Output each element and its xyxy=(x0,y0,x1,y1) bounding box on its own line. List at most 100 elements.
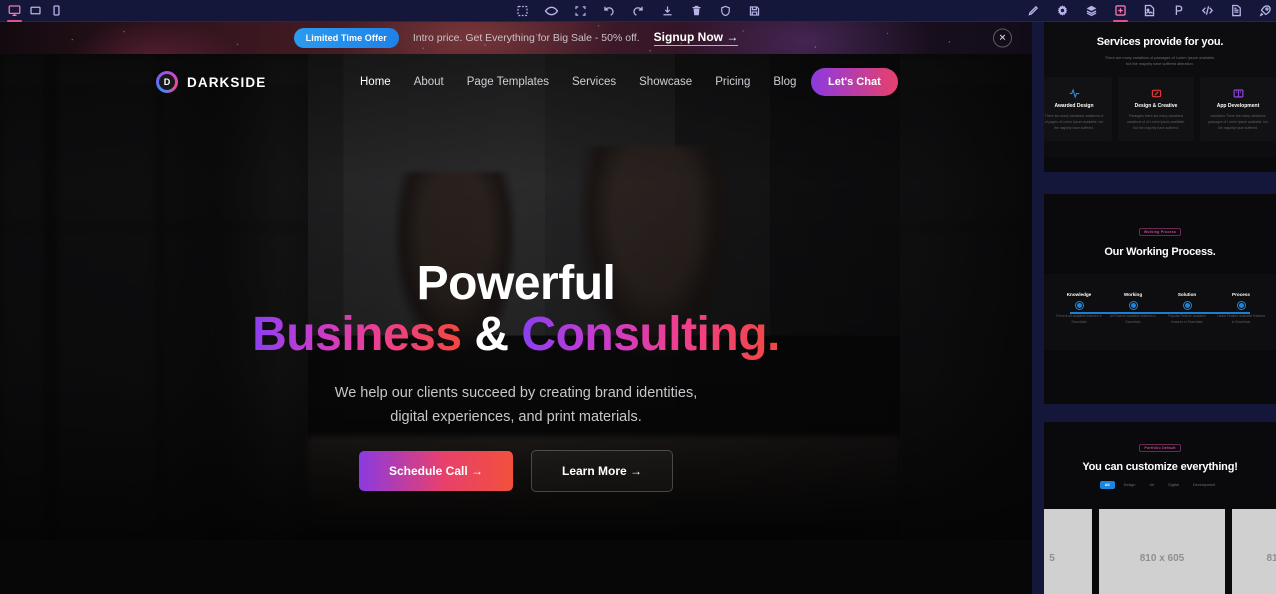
filter-tab-design[interactable]: Design xyxy=(1119,481,1141,489)
service-card[interactable]: Design & Creative Passages there are man… xyxy=(1118,77,1194,141)
desktop-view-icon[interactable] xyxy=(4,0,25,22)
select-area-icon[interactable] xyxy=(512,0,533,22)
portfolio-image-placeholder: 5 xyxy=(1044,509,1092,594)
hero-headline-business: Business xyxy=(252,308,462,361)
site-header: D DARKSIDE Home About Page Templates Ser… xyxy=(0,54,1032,110)
services-sub-line2: but the majority have suffered alteratio… xyxy=(1126,62,1194,67)
blocks-panel[interactable]: Services provide for you. There are many… xyxy=(1032,22,1276,594)
service-card-text: Passages there are many variations varia… xyxy=(1126,114,1186,131)
page-icon[interactable] xyxy=(1226,0,1247,22)
portfolio-item[interactable]: 5 xyxy=(1044,509,1092,594)
signup-now-link[interactable]: Signup Now → xyxy=(653,30,739,46)
tablet-view-icon[interactable] xyxy=(25,0,46,22)
hero-subtext-line2: digital experiences, and print materials… xyxy=(390,408,642,425)
hero-buttons: Schedule Call → Learn More → xyxy=(0,450,1032,492)
limited-time-offer-badge: Limited Time Offer xyxy=(293,28,399,48)
mobile-view-icon[interactable] xyxy=(46,0,67,22)
nav-item-page-templates[interactable]: Page Templates xyxy=(467,76,549,88)
fullscreen-icon[interactable] xyxy=(570,0,591,22)
step-dot-icon xyxy=(1183,302,1191,309)
block-thumbnail-services[interactable]: Services provide for you. There are many… xyxy=(1044,22,1276,172)
logo-letter: D xyxy=(159,74,175,90)
undo-icon[interactable] xyxy=(599,0,620,22)
step-label: Knowledge xyxy=(1066,292,1092,297)
step-label: Solution xyxy=(1177,292,1197,297)
save-icon[interactable] xyxy=(744,0,765,22)
gear-icon[interactable] xyxy=(1052,0,1073,22)
preview-canvas[interactable]: Limited Time Offer Intro price. Get Ever… xyxy=(0,22,1032,594)
hero-content: Powerful Business & Consulting. We help … xyxy=(0,54,1032,550)
step-label: Process xyxy=(1232,292,1250,297)
timeline-step[interactable]: Process Latest Feature available feature… xyxy=(1216,292,1266,326)
process-timeline: Knowledge Present all available features… xyxy=(1044,274,1276,350)
portfolio-image-placeholder: 81 xyxy=(1232,509,1276,594)
timeline-step[interactable]: Solution Popular Feature available featu… xyxy=(1162,292,1212,326)
site-logo[interactable]: D DARKSIDE xyxy=(156,71,266,93)
block-thumbnail-working-process[interactable]: Working Process Our Working Process. Kno… xyxy=(1044,194,1276,404)
filter-tab-digital[interactable]: Digital xyxy=(1163,481,1184,489)
nav-item-blog[interactable]: Blog xyxy=(773,76,796,88)
toolbar-viewport-group xyxy=(4,0,67,22)
portfolio-header: Portfolio Default You can customize ever… xyxy=(1044,422,1276,501)
filter-tab-art[interactable]: Art xyxy=(1144,481,1159,489)
step-dot-icon xyxy=(1075,302,1083,309)
step-label: Working xyxy=(1123,292,1143,297)
process-eyebrow: Working Process xyxy=(1138,228,1182,236)
lets-chat-button[interactable]: Let's Chat xyxy=(811,68,898,96)
redo-icon[interactable] xyxy=(628,0,649,22)
rocket-icon[interactable] xyxy=(1255,0,1276,22)
site-navigation: Home About Page Templates Services Showc… xyxy=(360,76,859,88)
nav-item-showcase[interactable]: Showcase xyxy=(639,76,692,88)
portfolio-image-placeholder: 810 x 605 xyxy=(1099,509,1225,594)
timeline-steps: Knowledge Present all available features… xyxy=(1054,292,1266,326)
signup-now-label: Signup Now xyxy=(653,30,723,44)
shield-icon[interactable] xyxy=(715,0,736,22)
download-icon[interactable] xyxy=(657,0,678,22)
timeline-step[interactable]: Knowledge Present all available features… xyxy=(1054,292,1104,326)
nav-item-home[interactable]: Home xyxy=(360,76,391,88)
service-card-title: Design & Creative xyxy=(1134,103,1178,110)
arrow-right-icon: → xyxy=(726,30,739,44)
nav-item-pricing[interactable]: Pricing xyxy=(715,76,750,88)
book-icon xyxy=(1233,86,1244,98)
eye-preview-icon[interactable] xyxy=(541,0,562,22)
step-text: Present all available features in Essent… xyxy=(1056,314,1102,324)
close-icon[interactable]: ✕ xyxy=(993,28,1012,48)
nav-item-services[interactable]: Services xyxy=(572,76,616,88)
portfolio-item[interactable]: 81 Photoshop Design Art xyxy=(1232,509,1276,594)
nav-item-about[interactable]: About xyxy=(414,76,444,88)
hero-headline-ampersand: & xyxy=(461,308,522,361)
promo-text: Intro price. Get Everything for Big Sale… xyxy=(412,32,640,44)
service-card-title: Awarded Design xyxy=(1054,103,1094,110)
brush-icon[interactable] xyxy=(1023,0,1044,22)
monitor-icon xyxy=(1151,86,1162,98)
learn-more-button[interactable]: Learn More → xyxy=(531,450,674,492)
trash-icon[interactable] xyxy=(686,0,707,22)
portfolio-filter-tabs: All Design Art Digital Development xyxy=(1044,481,1276,489)
block-thumbnail-portfolio[interactable]: Portfolio Default You can customize ever… xyxy=(1044,422,1276,594)
filter-tab-all[interactable]: All xyxy=(1099,481,1115,489)
pen-tool-icon[interactable] xyxy=(1168,0,1189,22)
logo-text: DARKSIDE xyxy=(187,74,267,90)
service-card[interactable]: App Development variations There are man… xyxy=(1200,77,1276,141)
portfolio-item[interactable]: 810 x 605 Business Development Design xyxy=(1099,509,1225,594)
timeline-step[interactable]: Working All Feature available features i… xyxy=(1108,292,1158,326)
filter-tab-development[interactable]: Development xyxy=(1188,481,1220,489)
logo-mark-icon: D xyxy=(156,71,178,93)
step-text: Popular Feature available features in Es… xyxy=(1168,314,1206,324)
hero-headline-line2: Business & Consulting. xyxy=(0,311,1032,359)
services-block-body: Services provide for you. There are many… xyxy=(1044,22,1276,157)
services-title: Services provide for you. xyxy=(1096,36,1224,48)
service-card[interactable]: Awarded Design There are many variations… xyxy=(1044,77,1112,141)
service-card-text: There are many variations variations of … xyxy=(1044,114,1104,131)
step-dot-icon xyxy=(1129,302,1137,309)
step-text: Latest Feature available features in Ess… xyxy=(1216,314,1266,324)
code-icon[interactable] xyxy=(1197,0,1218,22)
image-document-icon[interactable] xyxy=(1139,0,1160,22)
layers-icon[interactable] xyxy=(1081,0,1102,22)
schedule-call-button[interactable]: Schedule Call → xyxy=(358,451,513,491)
add-block-icon[interactable] xyxy=(1110,0,1131,22)
services-cards: Awarded Design There are many variations… xyxy=(1044,77,1276,141)
hero-subtext: We help our clients succeed by creating … xyxy=(0,382,1032,430)
process-header: Working Process Our Working Process. xyxy=(1044,194,1276,274)
